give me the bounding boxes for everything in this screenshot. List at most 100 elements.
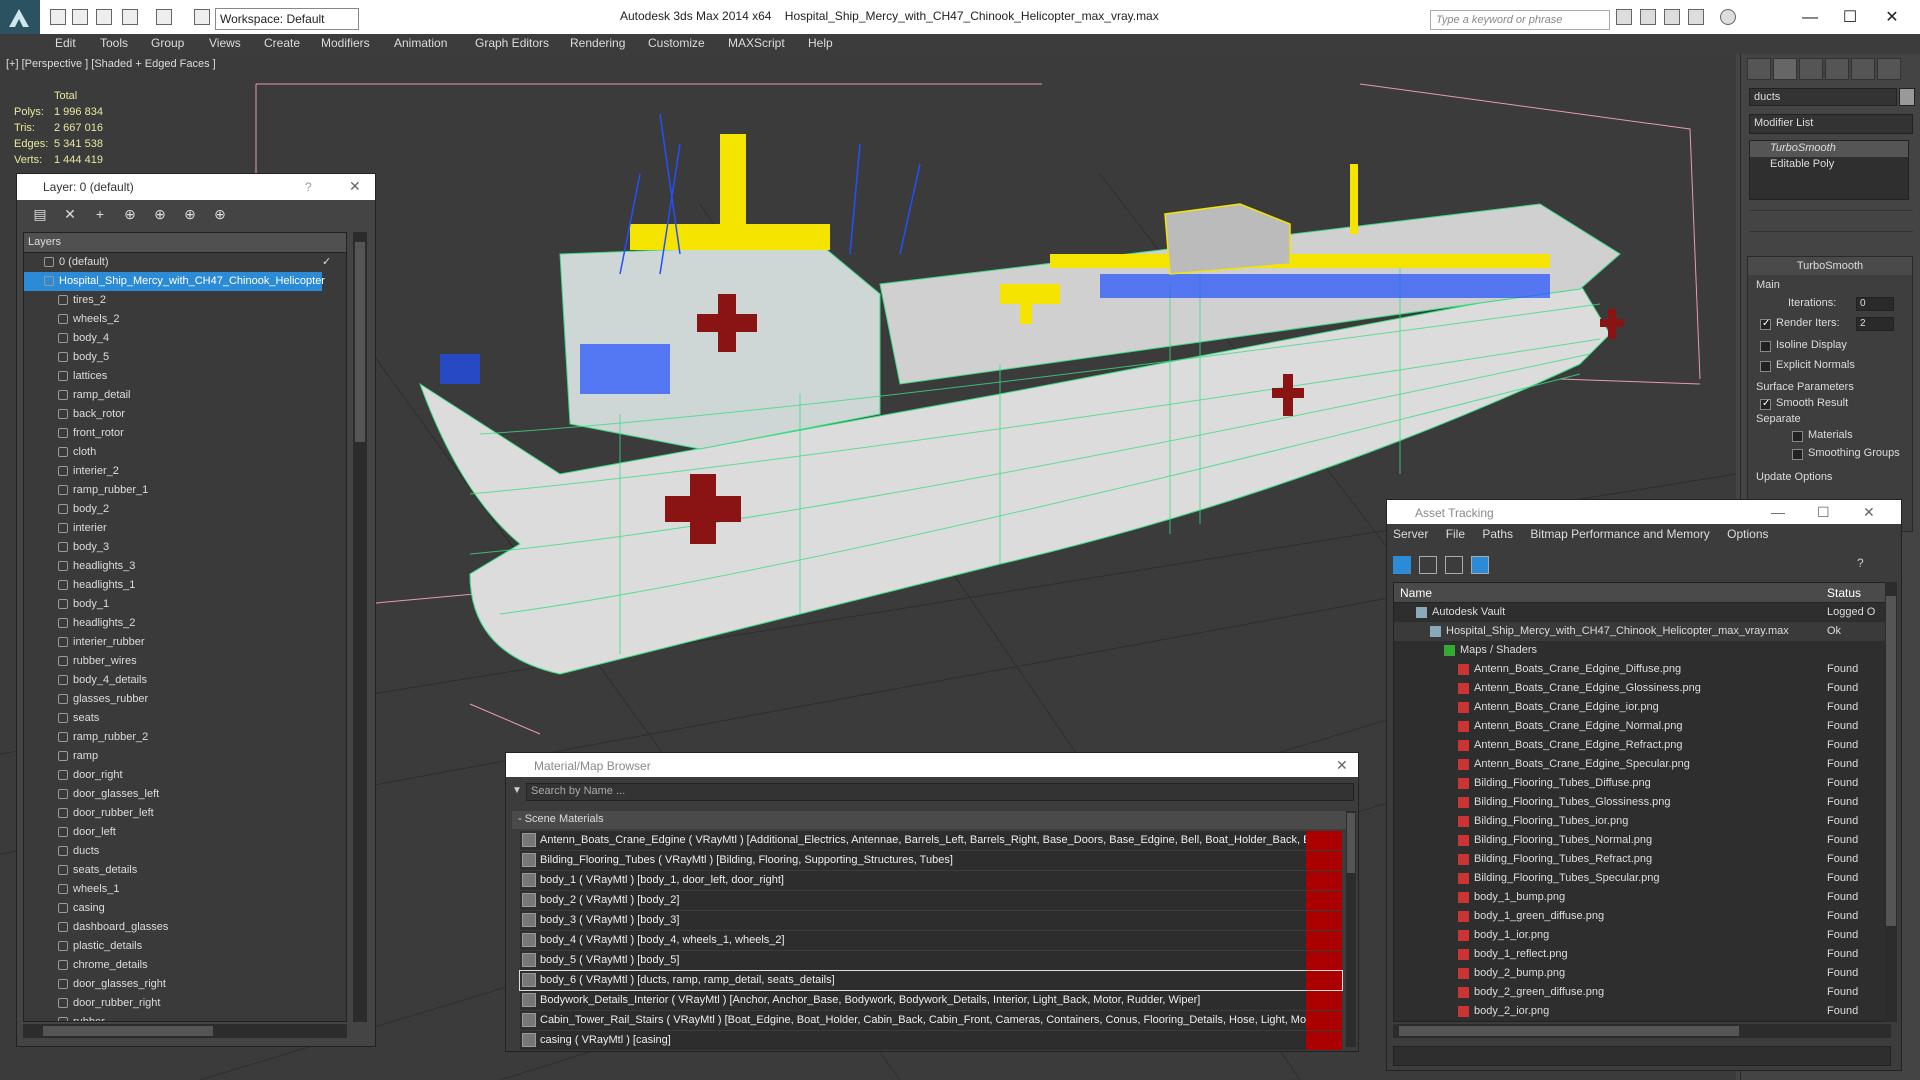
layer-object-row[interactable]: door_left	[24, 823, 346, 842]
menu-group[interactable]: Group	[151, 36, 184, 50]
layer-row[interactable]: 0 (default) ✓	[24, 253, 346, 272]
minimize-button[interactable]: —	[1790, 4, 1830, 32]
material-row[interactable]: Antenn_Boats_Crane_Edgine ( VRayMtl ) [A…	[520, 831, 1342, 850]
layer-object-row[interactable]: interier_2	[24, 462, 346, 481]
material-row[interactable]: body_3 ( VRayMtl ) [body_3]	[520, 911, 1342, 930]
layer-object-row[interactable]: body_1	[24, 595, 346, 614]
layer-object-row[interactable]: back_rotor	[24, 405, 346, 424]
layer-object-row[interactable]: front_rotor	[24, 424, 346, 443]
asset-table[interactable]: Name Status Autodesk Vault Logged O Hospit…	[1393, 582, 1891, 1022]
asset-path-field[interactable]	[1393, 1046, 1891, 1066]
display-tab-icon[interactable]	[1851, 58, 1875, 80]
open-file-icon[interactable]	[72, 9, 88, 25]
asset-row[interactable]: Antenn_Boats_Crane_Edgine_Specular.png Fo…	[1394, 755, 1890, 774]
object-name-field[interactable]: ducts	[1749, 88, 1897, 106]
grid-view-icon[interactable]	[1471, 556, 1489, 574]
layer-object-row[interactable]: interier	[24, 519, 346, 538]
material-row[interactable]: body_1 ( VRayMtl ) [body_1, door_left, d…	[520, 871, 1342, 890]
new-file-icon[interactable]	[50, 9, 66, 25]
asset-row[interactable]: Antenn_Boats_Crane_Edgine_Normal.png Foun…	[1394, 717, 1890, 736]
layer-object-row[interactable]: seats	[24, 709, 346, 728]
list-view-icon[interactable]	[1419, 556, 1437, 574]
rollout-title[interactable]: TurboSmooth	[1748, 257, 1912, 275]
render-iters-checkbox[interactable]	[1760, 318, 1771, 330]
scene-materials-group[interactable]: - Scene Materials	[512, 811, 1352, 829]
asset-row[interactable]: body_1_bump.png Found	[1394, 888, 1890, 907]
communication-icon[interactable]	[1664, 9, 1680, 25]
asset-tracking-titlebar[interactable]: Asset Tracking — ☐ ✕	[1387, 500, 1901, 524]
maximize-icon[interactable]: ☐	[1817, 504, 1830, 521]
create-layer-icon[interactable]: ▤	[31, 206, 49, 224]
material-row[interactable]: body_4 ( VRayMtl ) [body_4, wheels_1, wh…	[520, 931, 1342, 950]
layer-object-row[interactable]: door_right	[24, 766, 346, 785]
material-row[interactable]: body_6 ( VRayMtl ) [ducts, ramp, ramp_de…	[519, 970, 1343, 991]
asset-row[interactable]: Antenn_Boats_Crane_Edgine_Refract.png Fou…	[1394, 736, 1890, 755]
layer-object-row[interactable]: tires_2	[24, 291, 346, 310]
stack-item-turbosmooth[interactable]: TurboSmooth	[1750, 141, 1908, 157]
asset-row[interactable]: Bilding_Flooring_Tubes_ior.png Found	[1394, 812, 1890, 831]
layer-object-row[interactable]: lattices	[24, 367, 346, 386]
utilities-tab-icon[interactable]	[1877, 58, 1901, 80]
chevron-down-icon[interactable]: ▼	[512, 785, 522, 796]
material-row[interactable]: casing ( VRayMtl ) [casing]	[520, 1031, 1342, 1050]
asset-row[interactable]: Maps / Shaders	[1394, 641, 1890, 660]
menu-edit[interactable]: Edit	[55, 36, 76, 50]
asset-row[interactable]: body_2_ior.png Found	[1394, 1002, 1890, 1021]
asset-menu-options[interactable]: Options	[1727, 527, 1768, 541]
object-color-swatch[interactable]	[1899, 88, 1915, 106]
project-folder-icon[interactable]	[194, 9, 210, 25]
layers-hscrollbar[interactable]	[23, 1024, 347, 1038]
modifier-stack[interactable]: TurboSmooth Editable Poly	[1749, 140, 1909, 200]
keyword-search-input[interactable]: Type a keyword or phrase	[1430, 10, 1610, 30]
layer-object-row[interactable]: headlights_1	[24, 576, 346, 595]
smooth-result-checkbox[interactable]	[1760, 398, 1771, 410]
menu-views[interactable]: Views	[209, 36, 241, 50]
layer-object-row[interactable]: rubber	[24, 1013, 346, 1021]
layer-object-row[interactable]: interier_rubber	[24, 633, 346, 652]
close-icon[interactable]: ✕	[1336, 757, 1348, 774]
menu-help[interactable]: Help	[808, 36, 833, 50]
layers-list[interactable]: Layers 0 (default) ✓ Hospital_Ship_Mercy_…	[23, 232, 347, 1022]
layer-object-row[interactable]: ducts	[24, 842, 346, 861]
minimize-icon[interactable]: —	[1771, 504, 1785, 520]
layer-object-row[interactable]: body_4_details	[24, 671, 346, 690]
help-icon[interactable]: ?	[305, 180, 312, 194]
layer-object-row[interactable]: body_5	[24, 348, 346, 367]
help-icon[interactable]: ?	[1857, 556, 1875, 574]
material-row[interactable]: Bilding_Flooring_Tubes ( VRayMtl ) [Bild…	[520, 851, 1342, 870]
col-name-header[interactable]: Name	[1400, 586, 1432, 600]
asset-row[interactable]: Antenn_Boats_Crane_Edgine_Diffuse.png Fou…	[1394, 660, 1890, 679]
material-browser-titlebar[interactable]: Material/Map Browser ✕	[506, 753, 1358, 777]
material-row[interactable]: body_2 ( VRayMtl ) [body_2]	[520, 891, 1342, 910]
close-icon[interactable]: ✕	[1863, 504, 1875, 521]
asset-menu-bitmap[interactable]: Bitmap Performance and Memory	[1530, 527, 1709, 541]
layer-object-row[interactable]: ramp	[24, 747, 346, 766]
asset-menu-server[interactable]: Server	[1393, 527, 1428, 541]
asset-row[interactable]: Antenn_Boats_Crane_Edgine_ior.png Found	[1394, 698, 1890, 717]
iterations-spinner[interactable]: 0	[1856, 297, 1894, 311]
undo-icon[interactable]	[122, 9, 138, 25]
motion-tab-icon[interactable]	[1825, 58, 1849, 80]
layer-object-row[interactable]: body_4	[24, 329, 346, 348]
menu-graph-editors[interactable]: Graph Editors	[475, 36, 549, 50]
asset-row[interactable]: body_1_green_diffuse.png Found	[1394, 907, 1890, 926]
layers-column-header[interactable]: Layers	[24, 233, 346, 253]
render-iters-spinner[interactable]: 2	[1856, 317, 1894, 331]
layer-row-selected[interactable]: Hospital_Ship_Mercy_with_CH47_Chinook_He…	[24, 272, 325, 291]
layer-object-row[interactable]: wheels_2	[24, 310, 346, 329]
stack-item-editable-poly[interactable]: Editable Poly	[1750, 157, 1908, 173]
menu-customize[interactable]: Customize	[648, 36, 705, 50]
select-layer-icon[interactable]: ⊕	[151, 206, 169, 224]
layer-object-row[interactable]: body_2	[24, 500, 346, 519]
hierarchy-tab-icon[interactable]	[1799, 58, 1823, 80]
asset-row[interactable]: Autodesk Vault Logged O	[1394, 603, 1890, 622]
table-view-icon[interactable]	[1445, 556, 1463, 574]
create-tab-icon[interactable]	[1747, 58, 1771, 80]
help-icon[interactable]	[1720, 9, 1736, 25]
layer-object-row[interactable]: casing	[24, 899, 346, 918]
asset-row[interactable]: body_1_reflect.png Found	[1394, 945, 1890, 964]
isoline-checkbox[interactable]	[1760, 341, 1771, 352]
menu-maxscript[interactable]: MAXScript	[728, 36, 785, 50]
menu-animation[interactable]: Animation	[394, 36, 447, 50]
layer-object-row[interactable]: door_rubber_left	[24, 804, 346, 823]
